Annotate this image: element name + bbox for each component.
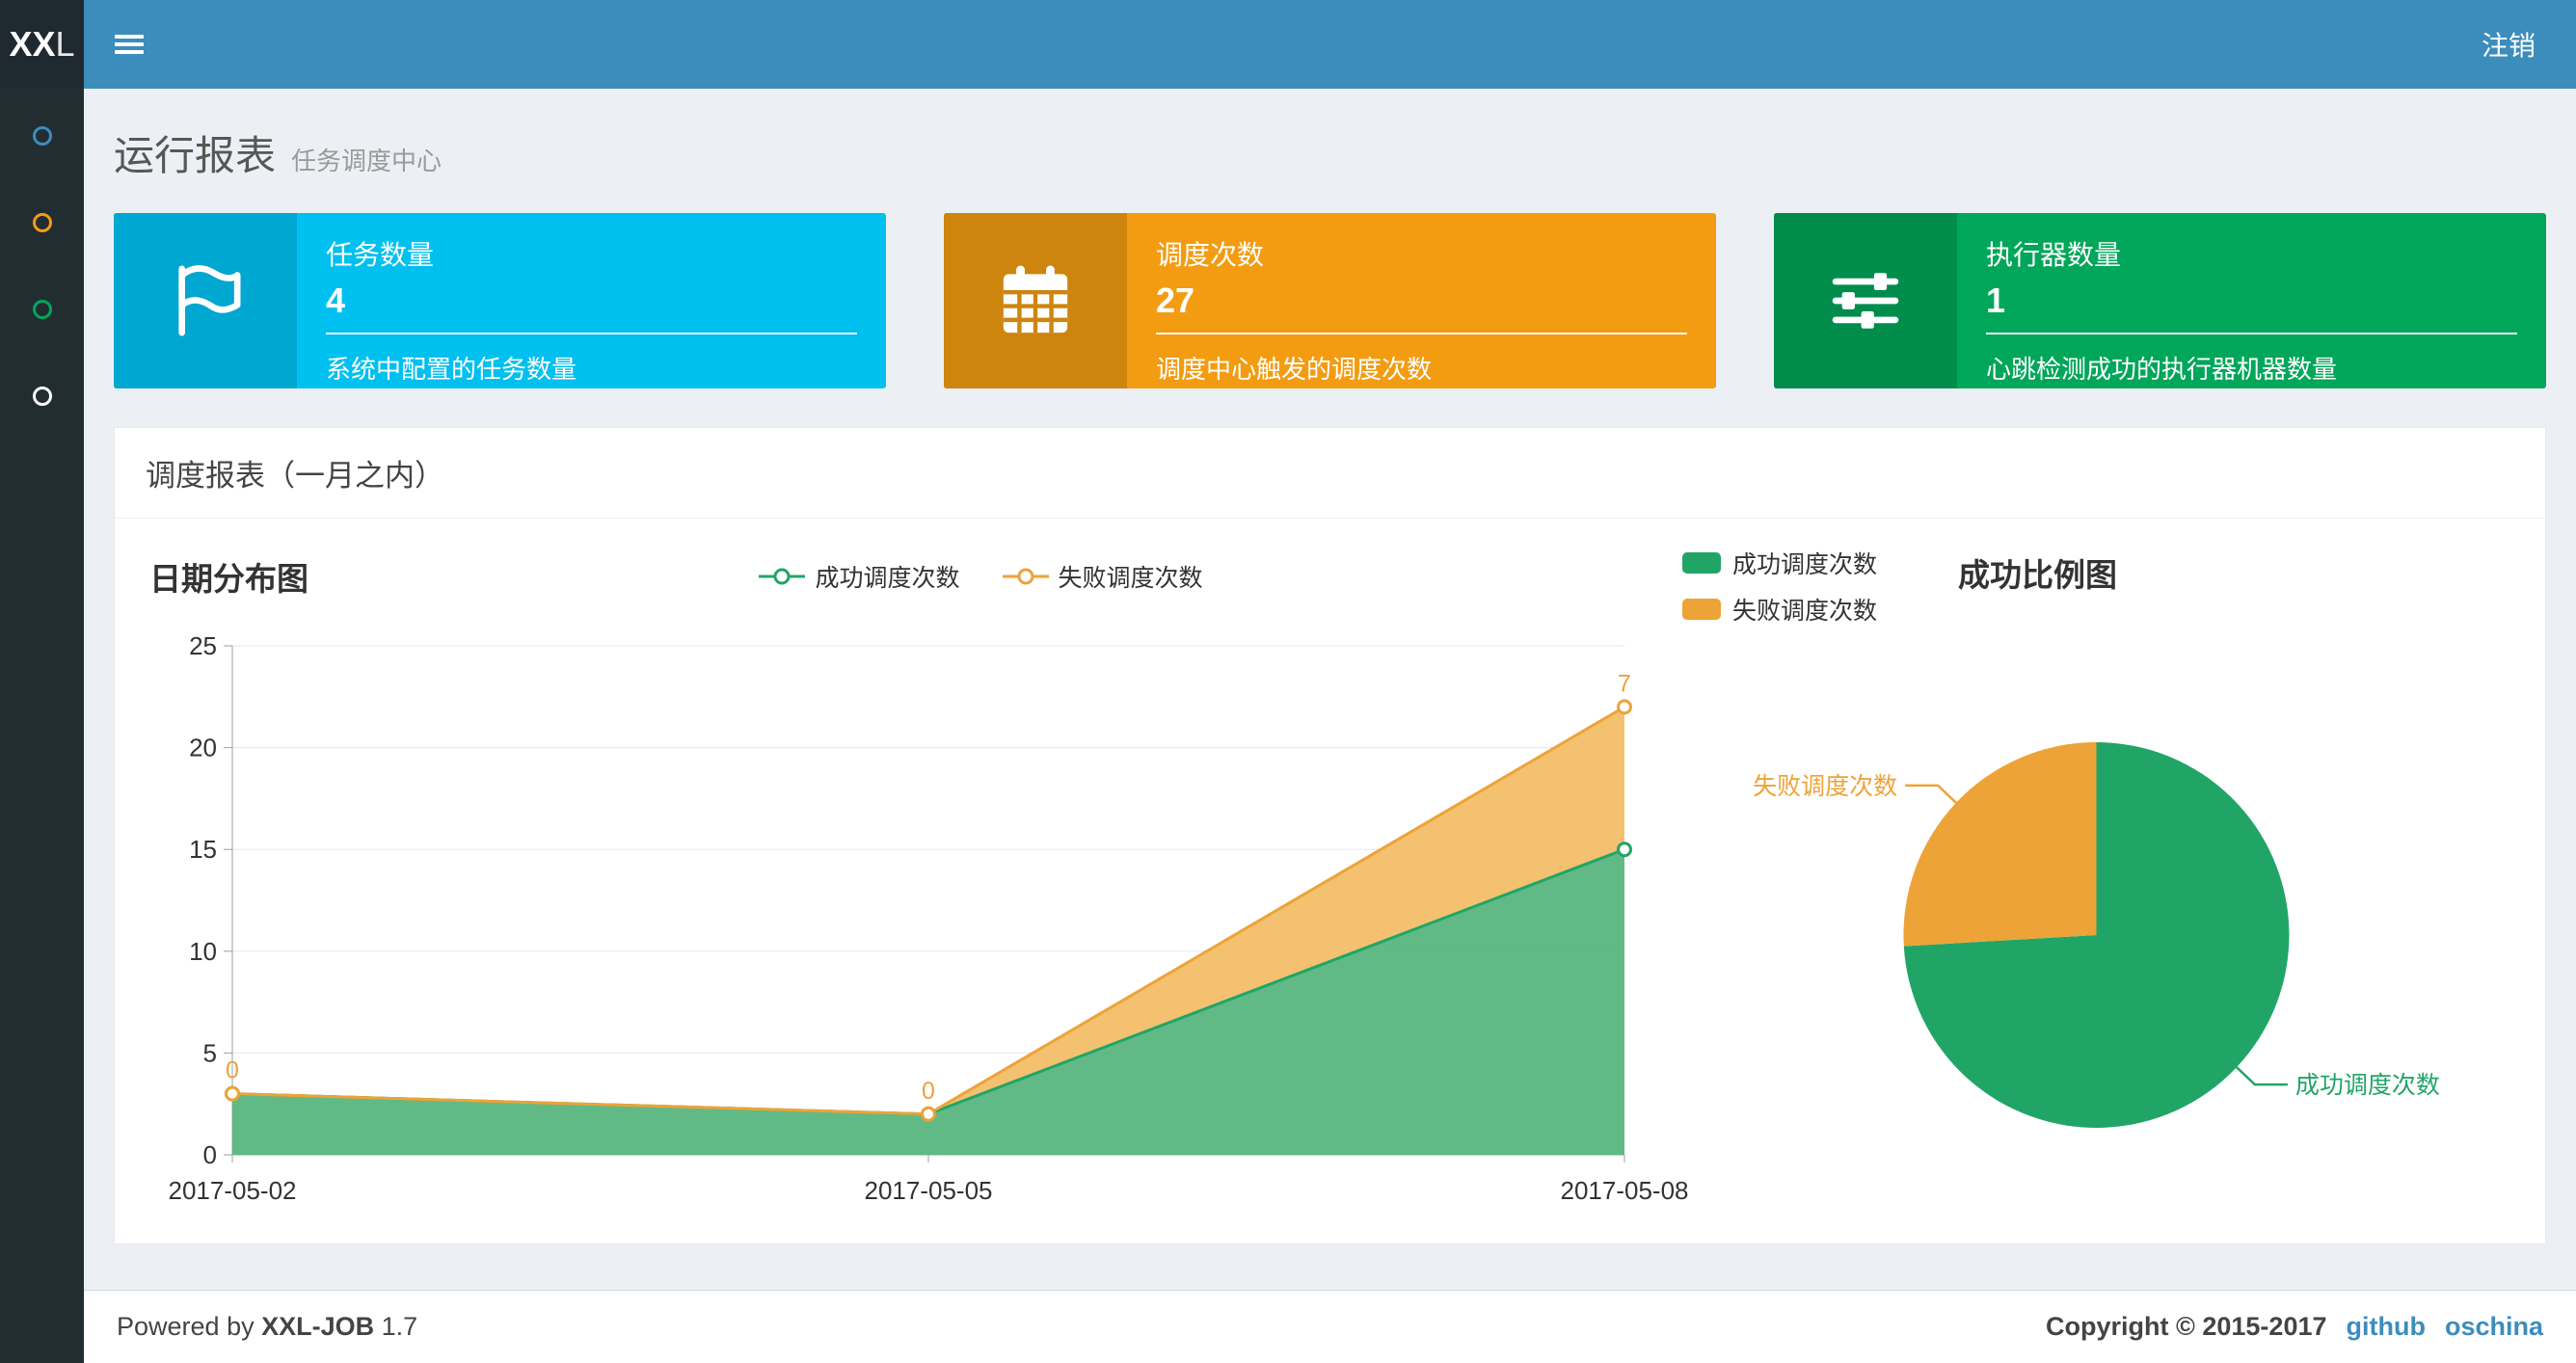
hamburger-icon xyxy=(115,31,144,58)
sidebar-item-4[interactable] xyxy=(0,353,84,440)
svg-text:25: 25 xyxy=(189,631,217,660)
date-distribution-chart: 日期分布图 成功调度次数 失败调度次数 0 5 10 15 20 25 2017-05-02… xyxy=(149,546,1689,1229)
app-window: XX L 注销 运行报表 任务调度中心 任务数量 4 系统中配置的任务数量 调度… xyxy=(0,0,2576,1363)
svg-text:2017-05-02: 2017-05-02 xyxy=(169,1176,297,1205)
info-box-body: 任务数量 4 系统中配置的任务数量 xyxy=(297,213,886,388)
sidebar-toggle-button[interactable] xyxy=(84,0,171,89)
line-chart-header: 日期分布图 成功调度次数 失败调度次数 xyxy=(149,546,1653,607)
top-navbar: XX L 注销 xyxy=(0,0,2576,89)
svg-text:2017-05-05: 2017-05-05 xyxy=(865,1176,993,1205)
page-title-text: 运行报表 xyxy=(114,133,277,178)
info-box-caption: 心跳检测成功的执行器机器数量 xyxy=(1986,355,2338,384)
main-content: 运行报表 任务调度中心 任务数量 4 系统中配置的任务数量 调度次数 27 调度… xyxy=(84,89,2576,1290)
circle-o-icon xyxy=(32,213,52,232)
area-chart-canvas: 05101520252017-05-02 2017-05-05 2017-05-08… xyxy=(169,631,1689,1205)
page-footer: Powered by XXL-JOB 1.7 Copyright © 2015-… xyxy=(84,1290,2576,1363)
svg-text:20: 20 xyxy=(189,734,217,762)
legend-item[interactable]: 成功调度次数 xyxy=(759,559,960,594)
info-box-caption: 系统中配置的任务数量 xyxy=(326,355,577,384)
info-box-number: 1 xyxy=(1986,281,2006,320)
legend-item[interactable]: 失败调度次数 xyxy=(1002,559,1203,594)
svg-text:0: 0 xyxy=(226,1057,239,1084)
logout-link[interactable]: 注销 xyxy=(2482,25,2536,64)
pie-slice xyxy=(1903,742,2097,947)
line-chart-legend: 成功调度次数 失败调度次数 xyxy=(309,559,1653,594)
svg-text:15: 15 xyxy=(189,835,217,864)
info-box-body: 执行器数量 1 心跳检测成功的执行器机器数量 xyxy=(1957,213,2546,388)
svg-text:10: 10 xyxy=(189,937,217,966)
svg-text:失败调度次数: 失败调度次数 xyxy=(1753,773,1897,800)
calendar-icon xyxy=(944,213,1127,388)
info-box-caption: 调度中心触发的调度次数 xyxy=(1156,355,1433,384)
powered-by: Powered by XXL-JOB 1.7 xyxy=(117,1312,417,1342)
info-box-triggers: 调度次数 27 调度中心触发的调度次数 xyxy=(944,213,1716,388)
sidebar-item-3[interactable] xyxy=(0,266,84,353)
line-chart-title: 日期分布图 xyxy=(149,561,309,597)
info-box-title: 调度次数 xyxy=(1156,240,1265,270)
legend-item[interactable]: 失败调度次数 xyxy=(1682,592,1877,627)
report-panel-title: 调度报表（一月之内） xyxy=(115,428,2545,519)
info-box-title: 执行器数量 xyxy=(1986,240,2122,270)
product-version: 1.7 xyxy=(381,1312,418,1341)
info-box-executors: 执行器数量 1 心跳检测成功的执行器机器数量 xyxy=(1774,213,2546,388)
pie-chart-header: 成功调度次数 失败调度次数 成功比例图 xyxy=(1682,546,2510,627)
copyright-text: Copyright © 2015-2017 xyxy=(2045,1312,2327,1341)
legend-label: 成功调度次数 xyxy=(815,565,960,592)
sidebar-item-1[interactable] xyxy=(0,93,84,179)
powered-prefix: Powered by xyxy=(117,1312,255,1341)
footer-right: Copyright © 2015-2017 github oschina xyxy=(2046,1312,2543,1342)
info-box-title: 任务数量 xyxy=(326,240,435,270)
report-panel-body: 日期分布图 成功调度次数 失败调度次数 0 5 10 15 20 25 2017-05-02… xyxy=(115,519,2545,1229)
product-name: XXL-JOB xyxy=(261,1312,375,1341)
oschina-link[interactable]: oschina xyxy=(2445,1312,2543,1342)
info-box-body: 调度次数 27 调度中心触发的调度次数 xyxy=(1127,213,1716,388)
swatch-icon xyxy=(1682,552,1721,574)
content-header: 运行报表 任务调度中心 xyxy=(114,89,2546,182)
legend-label: 失败调度次数 xyxy=(1732,598,1878,625)
info-boxes-row: 任务数量 4 系统中配置的任务数量 调度次数 27 调度中心触发的调度次数 执行… xyxy=(114,213,2546,388)
legend-label: 失败调度次数 xyxy=(1058,565,1203,592)
circle-o-icon xyxy=(32,300,52,319)
app-logo[interactable]: XX L xyxy=(0,0,84,89)
pie-chart-canvas: 成功调度次数 失败调度次数 xyxy=(1753,742,2440,1128)
info-box-jobs: 任务数量 4 系统中配置的任务数量 xyxy=(114,213,886,388)
page-subtitle: 任务调度中心 xyxy=(291,147,443,175)
svg-text:成功调度次数: 成功调度次数 xyxy=(2295,1072,2440,1099)
sidebar-menu xyxy=(0,89,84,1363)
divider xyxy=(1986,333,2517,334)
divider xyxy=(326,333,857,334)
swatch-icon xyxy=(1682,599,1721,620)
pie-chart-title: 成功比例图 xyxy=(1958,557,2118,593)
flag-icon xyxy=(114,213,297,388)
circle-o-icon xyxy=(32,387,52,406)
page-title: 运行报表 任务调度中心 xyxy=(114,123,2546,182)
legend-item[interactable]: 成功调度次数 xyxy=(1682,546,1877,580)
svg-text:0: 0 xyxy=(922,1078,935,1105)
info-box-number: 27 xyxy=(1156,281,1195,320)
svg-text:5: 5 xyxy=(203,1038,217,1067)
line-marker-icon xyxy=(1002,568,1049,585)
success-ratio-chart: 成功调度次数 失败调度次数 成功比例图 成功调度次数 失败调度次数 xyxy=(1653,546,2510,1229)
github-link[interactable]: github xyxy=(2347,1312,2426,1342)
sliders-icon xyxy=(1774,213,1957,388)
legend-label: 成功调度次数 xyxy=(1732,551,1878,578)
pie-chart-legend: 成功调度次数 失败调度次数 xyxy=(1682,546,1877,627)
report-panel: 调度报表（一月之内） 日期分布图 成功调度次数 失败调度次数 0 5 10 15… xyxy=(114,427,2546,1244)
svg-text:0: 0 xyxy=(203,1140,217,1169)
circle-o-icon xyxy=(32,126,52,146)
svg-text:7: 7 xyxy=(1618,670,1631,697)
line-marker-icon xyxy=(759,568,806,585)
info-box-number: 4 xyxy=(326,281,346,320)
sidebar-item-2[interactable] xyxy=(0,179,84,266)
divider xyxy=(1156,333,1687,334)
logo-text-light: L xyxy=(55,24,75,64)
logo-text-bold: XX xyxy=(9,24,56,64)
